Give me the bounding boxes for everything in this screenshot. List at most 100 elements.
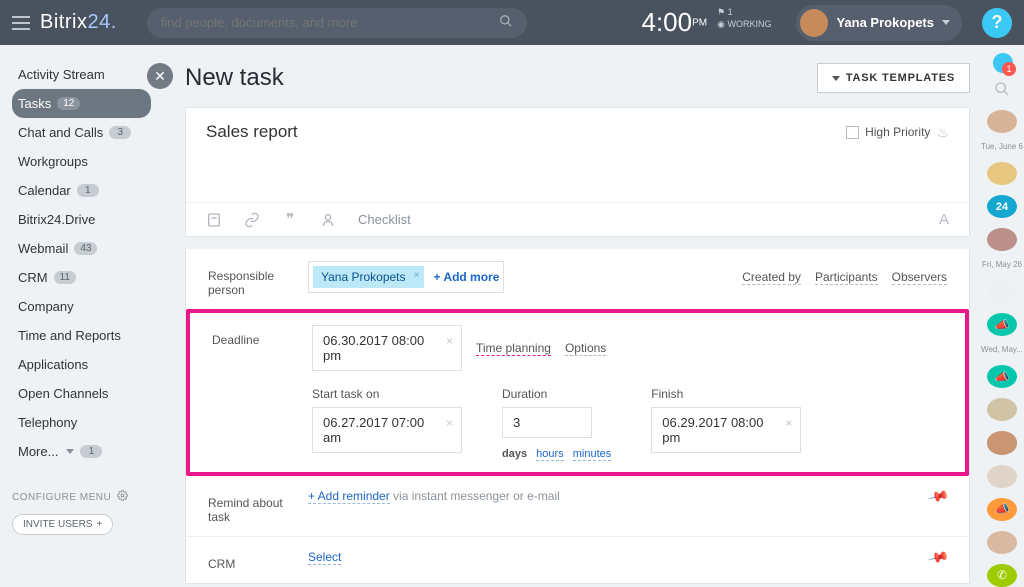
label-crm: CRM <box>208 549 308 571</box>
duration-units: days hours minutes <box>502 448 611 460</box>
rail-megaphone-icon[interactable]: 📣 <box>987 313 1017 336</box>
start-input[interactable]: 06.27.2017 07:00 am× <box>312 407 462 453</box>
rail-search-icon[interactable] <box>994 81 1010 100</box>
time-planning-link[interactable]: Time planning <box>476 341 551 356</box>
nav-list: Activity Stream Tasks12 Chat and Calls3 … <box>12 60 151 466</box>
rail-call-icon[interactable]: ✆ <box>987 564 1017 587</box>
rail-b24-icon[interactable]: 24 <box>987 195 1017 218</box>
row-remind: Remind about task + Add reminder via ins… <box>186 476 969 536</box>
nav-drive[interactable]: Bitrix24.Drive <box>12 205 151 234</box>
chevron-down-icon <box>66 449 74 454</box>
clear-icon[interactable]: × <box>446 334 453 348</box>
rail-avatar[interactable] <box>987 398 1017 421</box>
brand-logo[interactable]: Bitrix24. <box>40 11 117 34</box>
close-icon[interactable]: ✕ <box>147 63 173 89</box>
avatar <box>800 9 828 37</box>
chevron-down-icon <box>832 76 840 81</box>
rail-avatar[interactable] <box>987 531 1017 554</box>
pin-icon[interactable]: 📌 <box>926 485 950 508</box>
remind-suffix: via instant messenger or e-mail <box>390 489 560 503</box>
notifications[interactable]: 1 <box>993 53 1011 71</box>
rail-avatar[interactable] <box>987 162 1017 185</box>
add-more-button[interactable]: + Add more <box>434 270 500 284</box>
page-title: New task <box>185 64 284 92</box>
tab-created-by[interactable]: Created by <box>742 270 801 285</box>
add-reminder-link[interactable]: + Add reminder <box>308 489 390 504</box>
help-button[interactable]: ? <box>982 8 1012 38</box>
mention-icon[interactable] <box>320 212 336 228</box>
brand-text-a: Bitrix <box>40 11 87 33</box>
responsible-input[interactable]: Yana Prokopets× + Add more <box>308 261 504 293</box>
task-title-input[interactable]: Sales report <box>206 122 298 142</box>
label-remind: Remind about task <box>208 488 308 524</box>
label-finish: Finish <box>651 387 801 401</box>
menu-icon[interactable] <box>12 16 30 30</box>
working-status: ◉ WORKING <box>717 19 771 31</box>
high-priority-toggle[interactable]: High Priority ♨ <box>846 124 949 141</box>
remove-icon[interactable]: × <box>414 270 420 281</box>
rail-avatar[interactable] <box>987 465 1017 488</box>
clear-icon[interactable]: × <box>785 416 792 430</box>
link-icon[interactable] <box>244 212 260 228</box>
clock-ampm: PM <box>692 18 707 29</box>
unit-minutes[interactable]: minutes <box>573 448 612 461</box>
nav-webmail[interactable]: Webmail43 <box>12 234 151 263</box>
person-chip[interactable]: Yana Prokopets× <box>313 266 424 288</box>
brand-text-b: 24. <box>87 11 116 33</box>
nav-tasks[interactable]: Tasks12 <box>12 89 151 118</box>
invite-users-button[interactable]: INVITE USERS+ <box>12 514 113 535</box>
search-icon[interactable] <box>499 14 513 31</box>
rail-avatar[interactable] <box>987 280 1017 303</box>
editor-toolbar: ❞ Checklist A <box>186 202 969 236</box>
row-responsible: Responsible person Yana Prokopets× + Add… <box>186 249 969 309</box>
flag-count: ⚑ 1 <box>717 7 771 19</box>
nav-company[interactable]: Company <box>12 292 151 321</box>
pin-icon[interactable]: 📌 <box>926 546 950 569</box>
task-templates-button[interactable]: TASK TEMPLATES <box>817 63 970 93</box>
deadline-input[interactable]: 06.30.2017 08:00 pm× <box>312 325 462 371</box>
nav-open-channels[interactable]: Open Channels <box>12 379 151 408</box>
nav-count: 12 <box>57 97 80 110</box>
quote-icon[interactable]: ❞ <box>282 212 298 228</box>
nav-more[interactable]: More...1 <box>12 437 151 466</box>
global-search[interactable] <box>147 8 527 38</box>
crm-select-link[interactable]: Select <box>308 550 341 565</box>
nav-calendar[interactable]: Calendar1 <box>12 176 151 205</box>
content-area: New task TASK TEMPLATES Sales report Hig… <box>163 45 980 587</box>
plus-icon: + <box>96 519 102 530</box>
label-responsible: Responsible person <box>208 261 308 297</box>
duration-input[interactable]: 3 <box>502 407 592 438</box>
clock-widget[interactable]: 4:00PM ⚑ 1 ◉ WORKING <box>641 7 771 38</box>
clear-icon[interactable]: × <box>446 416 453 430</box>
nav-workgroups[interactable]: Workgroups <box>12 147 151 176</box>
nav-crm[interactable]: CRM11 <box>12 263 151 292</box>
tab-participants[interactable]: Participants <box>815 270 878 285</box>
unit-days[interactable]: days <box>502 448 527 460</box>
configure-menu[interactable]: CONFIGURE MENU <box>12 490 151 504</box>
file-icon[interactable] <box>206 212 222 228</box>
chevron-down-icon <box>942 20 950 25</box>
search-input[interactable] <box>161 15 499 30</box>
nav-activity-stream[interactable]: Activity Stream <box>12 60 151 89</box>
nav-applications[interactable]: Applications <box>12 350 151 379</box>
rail-avatar[interactable] <box>987 431 1017 454</box>
rail-avatar[interactable] <box>987 110 1017 133</box>
unit-hours[interactable]: hours <box>536 448 564 461</box>
right-rail: 1 Tue, June 6 24 Fri, May 26 📣 Wed, May.… <box>980 45 1024 587</box>
nav-time-reports[interactable]: Time and Reports <box>12 321 151 350</box>
nav-telephony[interactable]: Telephony <box>12 408 151 437</box>
checklist-button[interactable]: Checklist <box>358 212 411 227</box>
rail-date: Fri, May 26 <box>982 261 1022 270</box>
nav-chat[interactable]: Chat and Calls3 <box>12 118 151 147</box>
finish-input[interactable]: 06.29.2017 08:00 pm× <box>651 407 801 453</box>
tab-observers[interactable]: Observers <box>892 270 947 285</box>
text-style-icon[interactable]: A <box>939 211 949 228</box>
label-duration: Duration <box>502 387 611 401</box>
user-name: Yana Prokopets <box>836 15 934 30</box>
rail-megaphone-icon[interactable]: 📣 <box>987 498 1017 521</box>
rail-megaphone-icon[interactable]: 📣 <box>987 365 1017 388</box>
rail-avatar[interactable] <box>987 228 1017 251</box>
user-menu[interactable]: Yana Prokopets <box>796 5 962 41</box>
options-link[interactable]: Options <box>565 341 606 356</box>
label-start: Start task on <box>312 387 462 401</box>
